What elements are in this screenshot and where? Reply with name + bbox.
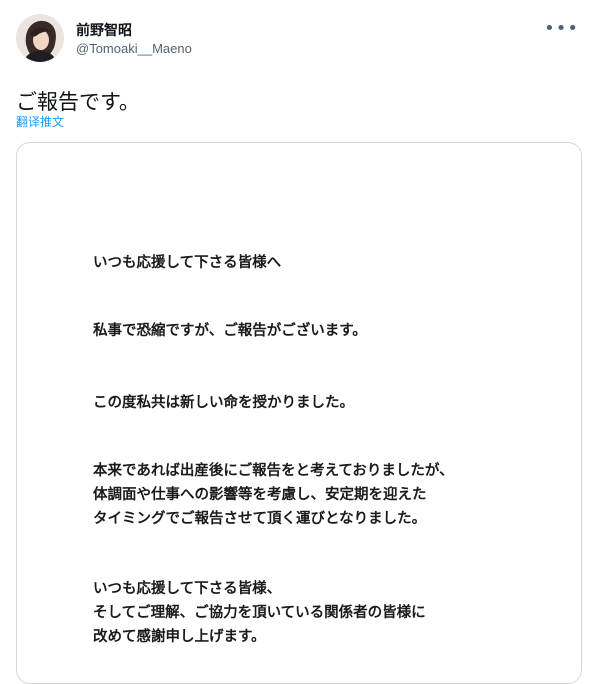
author-name[interactable]: 前野智昭 bbox=[76, 20, 132, 40]
notice-line: 改めて感謝申し上げます。 bbox=[93, 628, 266, 645]
notice-line: 私事で恐縮ですが、ご報告がございます。 bbox=[93, 322, 367, 339]
notice-line: タイミングでご報告させて頂く運びとなりました。 bbox=[93, 510, 427, 527]
tweet-media-image[interactable]: いつも応援して下さる皆様へ 私事で恐縮ですが、ご報告がございます。 この度私共は… bbox=[16, 142, 582, 684]
notice-line: いつも応援して下さる皆様、 bbox=[93, 580, 282, 597]
avatar-image bbox=[16, 14, 64, 62]
author-handle[interactable]: @Tomoaki__Maeno bbox=[76, 41, 192, 56]
notice-line: この度私共は新しい命を授かりました。 bbox=[93, 394, 354, 411]
notice-line: いつも応援して下さる皆様へ bbox=[93, 254, 282, 271]
notice-line: 体調面や仕事への影響等を考慮し、安定期を迎えた bbox=[93, 486, 427, 503]
more-horizontal-icon[interactable]: ••• bbox=[544, 18, 579, 39]
notice-line: そしてご理解、ご協力を頂いている関係者の皆様に bbox=[93, 604, 426, 621]
avatar[interactable] bbox=[16, 14, 64, 62]
translate-tweet-link[interactable]: 翻译推文 bbox=[16, 113, 64, 130]
notice-line: 本来であれば出産後にご報告をと考えておりましたが、 bbox=[93, 462, 454, 479]
tweet-text: ご報告です。 bbox=[16, 90, 140, 114]
